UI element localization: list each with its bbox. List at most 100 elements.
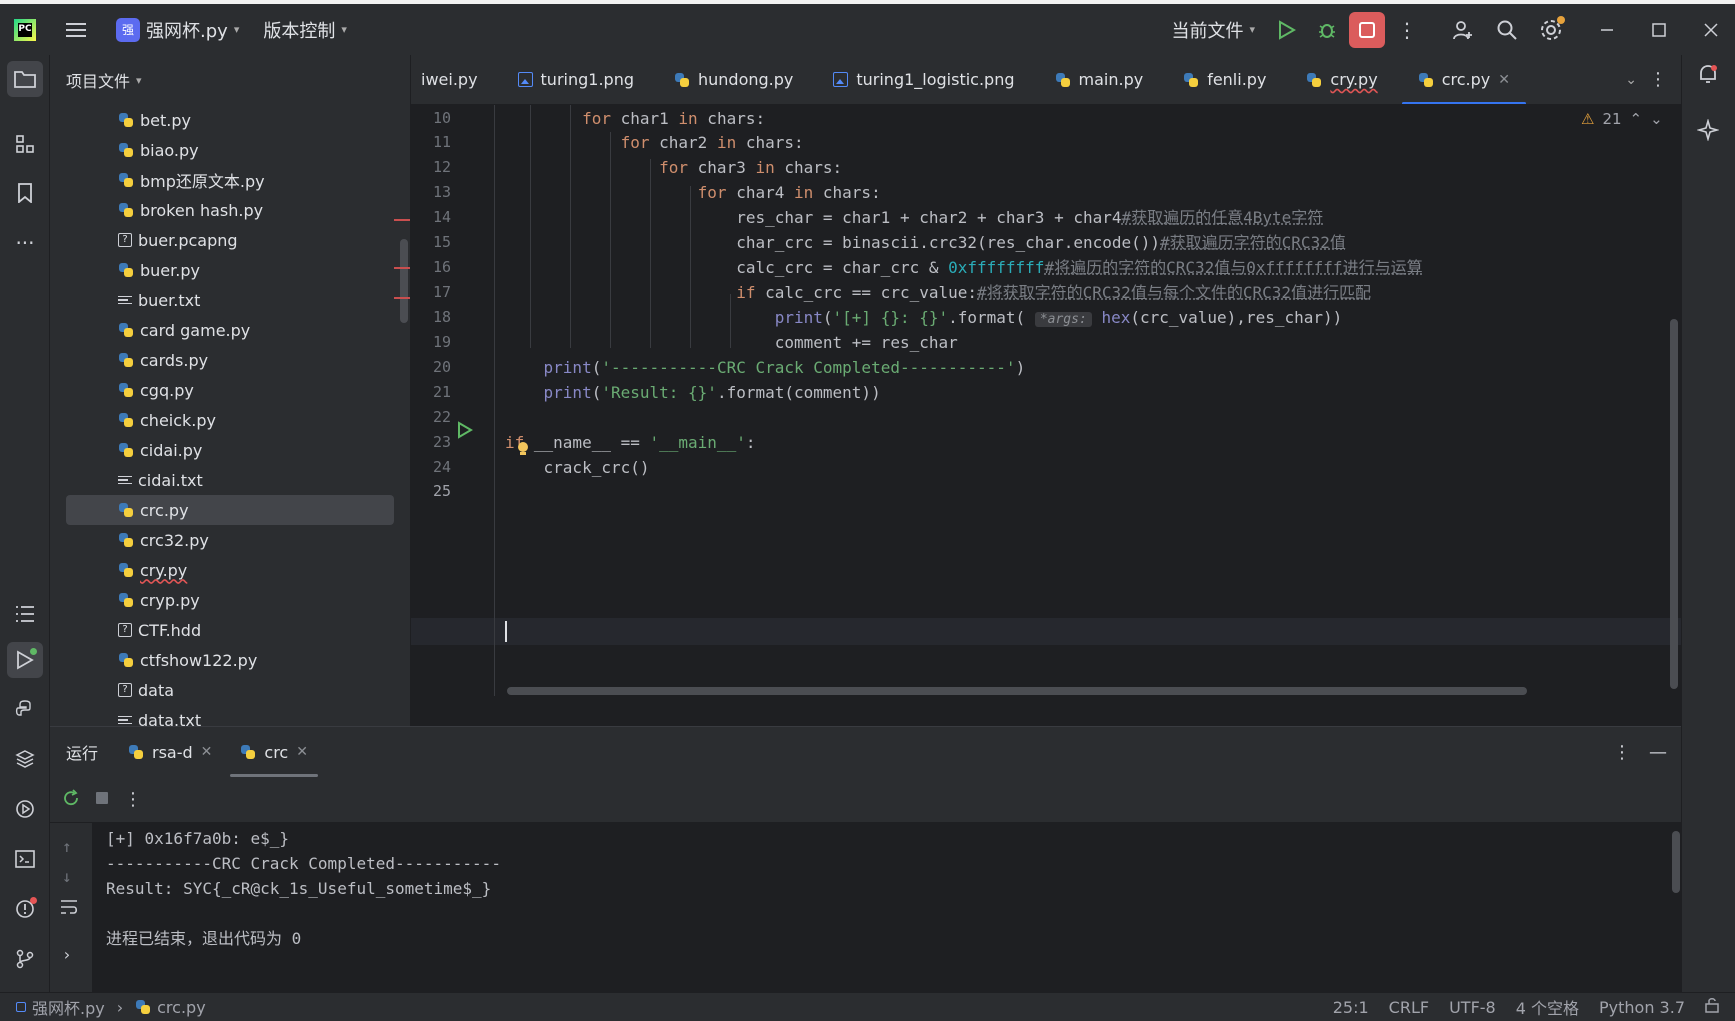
interpreter[interactable]: Python 3.7 (1589, 998, 1695, 1017)
breadcrumb-project[interactable]: 强网杯.py (32, 995, 105, 1019)
code-editor[interactable]: 10 11 12 13 14 15 16 17 18 19 20 21 22 23 24 25 for cha… (411, 105, 1681, 696)
add-user-icon[interactable] (1445, 12, 1481, 48)
file-tree-item[interactable]: cidai.txt (50, 465, 410, 495)
editor-tab[interactable]: crc.py ✕ (1398, 55, 1530, 104)
file-tree-item[interactable]: crc32.py (50, 525, 410, 555)
structure-icon[interactable] (7, 126, 43, 162)
python-file-icon (118, 532, 134, 548)
soft-wrap-icon[interactable] (60, 899, 78, 919)
more-tools-icon[interactable]: ··· (7, 225, 43, 261)
stop-button[interactable] (1349, 11, 1385, 48)
editor-tab[interactable]: iwei.py (411, 55, 498, 104)
settings-gear-icon[interactable] (1533, 12, 1569, 48)
close-tab-icon[interactable]: ✕ (201, 744, 213, 760)
gutter-run-icon[interactable] (457, 421, 473, 443)
more-actions-icon[interactable]: ⋮ (1389, 12, 1425, 48)
python-file-icon (1055, 72, 1071, 88)
code-line-23: if __name__ == '__main__': (505, 433, 756, 452)
file-tree-item[interactable]: crc.py (66, 495, 394, 525)
python-file-icon (118, 382, 134, 398)
hide-panel-icon[interactable]: — (1649, 742, 1667, 763)
tab-label: turing1.png (540, 70, 634, 89)
next-highlight-icon[interactable]: ⌄ (1650, 110, 1663, 128)
lock-icon[interactable] (1695, 997, 1735, 1017)
file-tree-item[interactable]: ? CTF.hdd (50, 615, 410, 645)
stop-icon[interactable] (94, 790, 110, 810)
scroll-up-icon[interactable]: ↑ (62, 837, 72, 856)
run-config-selector[interactable]: 当前文件 ▾ (1171, 17, 1255, 43)
scroll-down-icon[interactable]: ↓ (62, 867, 72, 886)
vcs-menu[interactable]: 版本控制 ▾ (263, 17, 347, 43)
console-output[interactable]: ↑ ↓ › [+] 0x16f7a0b: e$_} -----------CRC … (50, 823, 1681, 993)
file-tree-item[interactable]: ctfshow122.py (50, 645, 410, 675)
console-scrollbar[interactable] (1672, 831, 1680, 893)
file-tree-item[interactable]: cheick.py (50, 405, 410, 435)
ai-assistant-icon[interactable] (1696, 118, 1720, 145)
todo-list-icon[interactable] (7, 596, 43, 632)
editor-tab[interactable]: cry.py (1286, 55, 1397, 104)
file-tree-item[interactable]: cgq.py (50, 375, 410, 405)
run-toolbar-more-icon[interactable]: ⋮ (124, 789, 142, 810)
run-tab[interactable]: rsa-d ✕ (114, 727, 226, 777)
close-tab-icon[interactable]: ✕ (296, 744, 308, 760)
python-console-icon[interactable] (7, 691, 43, 727)
bookmarks-icon[interactable] (7, 175, 43, 211)
vertical-scrollbar[interactable] (1670, 319, 1678, 689)
run-more-icon[interactable]: ⋮ (1613, 742, 1631, 763)
lightbulb-icon[interactable] (516, 441, 530, 463)
debug-icon[interactable] (1309, 12, 1345, 48)
breadcrumb-file[interactable]: crc.py (157, 998, 206, 1017)
terminal-icon[interactable] (7, 841, 43, 877)
project-scrollbar[interactable] (400, 239, 408, 323)
expand-icon[interactable]: › (62, 945, 72, 964)
git-icon[interactable] (7, 941, 43, 977)
chevron-down-icon[interactable]: ⌄ (1625, 72, 1637, 88)
file-tree-item[interactable]: cryp.py (50, 585, 410, 615)
minimize-icon[interactable] (1589, 12, 1625, 48)
file-encoding[interactable]: UTF-8 (1439, 998, 1506, 1017)
tab-more-icon[interactable]: ⋮ (1649, 69, 1667, 90)
python-packages-icon[interactable] (7, 741, 43, 777)
file-tree-item[interactable]: ? data (50, 675, 410, 705)
caret-position[interactable]: 25:1 (1323, 998, 1379, 1017)
editor-tab[interactable]: main.py (1035, 55, 1164, 104)
close-tab-icon[interactable]: ✕ (1498, 72, 1510, 88)
run-tab[interactable]: crc ✕ (226, 727, 322, 777)
indent-setting[interactable]: 4 个空格 (1506, 995, 1589, 1019)
project-tool-folder-icon[interactable] (7, 61, 43, 97)
run-icon[interactable] (1269, 12, 1305, 48)
editor-tab[interactable]: fenli.py (1163, 55, 1286, 104)
main-menu-icon[interactable] (58, 12, 94, 48)
search-icon[interactable] (1489, 12, 1525, 48)
file-tree-item[interactable]: cards.py (50, 345, 410, 375)
notifications-bell-icon[interactable] (1697, 63, 1719, 89)
editor-tab[interactable]: turing1_logistic.png (813, 55, 1034, 104)
run-panel: 运行 rsa-d✕crc✕ ⋮ — ⋮ ↑ ↓ › [+] 0x16f7a (50, 726, 1681, 993)
file-tree-item[interactable]: cidai.py (50, 435, 410, 465)
file-tree-item[interactable]: broken hash.py (50, 195, 410, 225)
file-tree-item[interactable]: buer.py (50, 255, 410, 285)
close-icon[interactable] (1693, 12, 1729, 48)
services-icon[interactable] (7, 791, 43, 827)
file-tree-item[interactable]: ? buer.pcapng (50, 225, 410, 255)
project-switcher[interactable]: 强 强网杯.py ▾ (116, 17, 239, 43)
file-tree-item[interactable]: bmp还原文本.py (50, 165, 410, 195)
file-tree-item[interactable]: buer.txt (50, 285, 410, 315)
rerun-icon[interactable] (62, 788, 80, 811)
prev-highlight-icon[interactable]: ⌃ (1630, 110, 1643, 128)
line-separator[interactable]: CRLF (1379, 998, 1439, 1017)
maximize-icon[interactable] (1641, 12, 1677, 48)
file-tree-item[interactable]: biao.py (50, 135, 410, 165)
inspection-widget[interactable]: ⚠ 21 ⌃ ⌄ (1581, 105, 1663, 132)
problems-icon[interactable] (7, 891, 43, 927)
file-tree-item[interactable]: data.txt (50, 705, 410, 726)
project-panel-header[interactable]: 项目文件 ▾ (50, 55, 410, 105)
file-tree-item[interactable]: bet.py (50, 105, 410, 135)
python-file-icon (118, 202, 134, 218)
run-tool-icon[interactable] (7, 642, 43, 678)
editor-tab[interactable]: turing1.png (498, 55, 654, 104)
file-tree-item[interactable]: card game.py (50, 315, 410, 345)
file-tree-item[interactable]: cry.py (50, 555, 410, 585)
editor-tab[interactable]: hundong.py (654, 55, 813, 104)
horizontal-scrollbar[interactable] (507, 687, 1527, 695)
